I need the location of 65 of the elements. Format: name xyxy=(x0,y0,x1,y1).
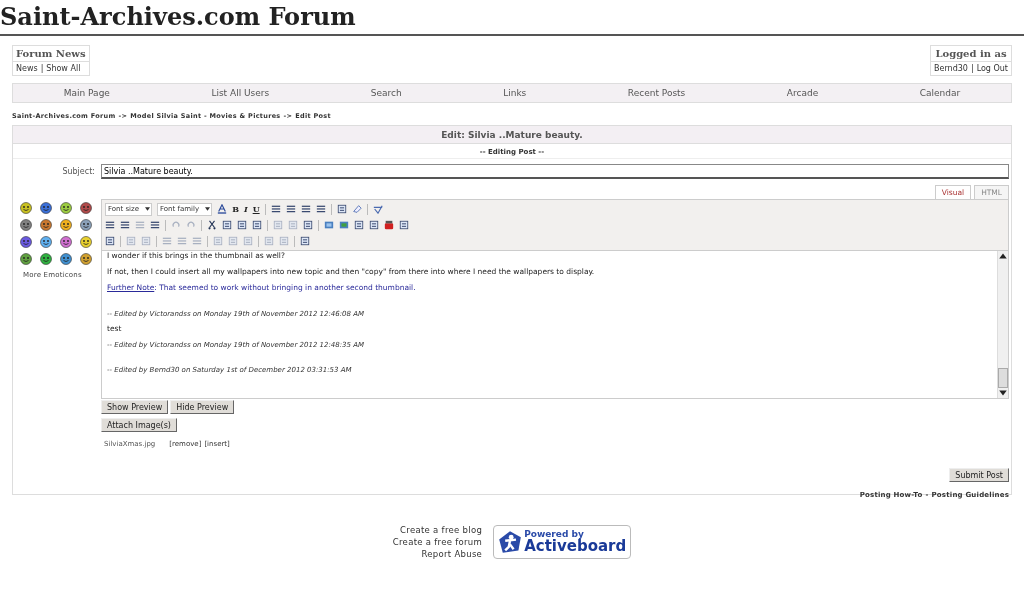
italic-button[interactable]: I xyxy=(243,204,248,214)
preview-button[interactable]: Hide Preview xyxy=(170,400,235,414)
nav-link[interactable]: Links xyxy=(503,88,527,98)
caret-icon xyxy=(145,207,151,211)
footer-link[interactable]: Report Abuse xyxy=(421,549,483,559)
underline-button[interactable]: U xyxy=(252,204,260,214)
smiley-icon[interactable] xyxy=(40,202,52,214)
smiley-icon[interactable] xyxy=(80,202,92,214)
link[interactable]: Show All xyxy=(46,64,81,73)
separator: | xyxy=(40,64,44,73)
smiley-icon[interactable] xyxy=(60,236,72,248)
align-icon[interactable] xyxy=(300,204,311,214)
image-icon[interactable] xyxy=(324,220,334,230)
link[interactable]: Bernd30 xyxy=(934,64,968,73)
eraser-icon[interactable] xyxy=(351,204,362,214)
text-color-icon[interactable] xyxy=(217,204,228,214)
smiley-icon[interactable] xyxy=(40,219,52,231)
nav-link[interactable]: Arcade xyxy=(786,88,819,98)
smiley-icon[interactable] xyxy=(40,236,52,248)
smiley-icon[interactable] xyxy=(80,236,92,248)
footer-link[interactable]: Create a free blog xyxy=(400,525,483,535)
scroll-thumb[interactable] xyxy=(998,368,1008,388)
nav-link[interactable]: Main Page xyxy=(63,88,110,98)
smiley-icon[interactable] xyxy=(80,253,92,265)
link[interactable]: Log Out xyxy=(976,64,1008,73)
submit-button[interactable]: Submit Post xyxy=(949,468,1009,482)
box-title: Forum News xyxy=(13,46,89,62)
smiley-icon[interactable] xyxy=(20,219,32,231)
list-icon[interactable] xyxy=(105,220,115,230)
nav-link[interactable]: Calendar xyxy=(919,88,961,98)
align-icon[interactable] xyxy=(315,204,326,214)
field-label: Subject: xyxy=(61,167,96,176)
smiley-icon[interactable] xyxy=(20,202,32,214)
spellcheck-icon[interactable] xyxy=(372,204,383,214)
picture-icon[interactable] xyxy=(339,220,349,230)
footer-link[interactable]: Create a free forum xyxy=(392,537,483,547)
video-icon[interactable] xyxy=(384,220,394,230)
preview-button[interactable]: Show Preview xyxy=(101,400,169,414)
attach-button[interactable]: Attach Image(s) xyxy=(101,418,177,432)
align-icon[interactable] xyxy=(285,204,296,214)
nav-link[interactable]: List All Users xyxy=(211,88,270,98)
caret-icon xyxy=(205,207,211,211)
nav-link[interactable]: Recent Posts xyxy=(627,88,686,98)
smiley-icon[interactable] xyxy=(20,253,32,265)
smiley-icon[interactable] xyxy=(60,202,72,214)
align-icon[interactable] xyxy=(270,204,281,214)
bold-button[interactable]: B xyxy=(232,204,239,214)
smiley-icon[interactable] xyxy=(60,253,72,265)
nav-link[interactable]: Search xyxy=(370,88,402,98)
scissors-icon[interactable] xyxy=(207,220,217,230)
separator: | xyxy=(970,64,974,73)
indent-icon[interactable] xyxy=(150,220,160,230)
smiley-icon[interactable] xyxy=(40,253,52,265)
list-icon[interactable] xyxy=(120,220,130,230)
link[interactable]: News xyxy=(16,64,38,73)
powered-by-badge[interactable]: Powered by Activeboard xyxy=(493,525,632,559)
scrollbar[interactable] xyxy=(997,251,1008,398)
panel-title: Edit: Silvia ..Mature beauty. xyxy=(13,126,1011,144)
smiley-icon[interactable] xyxy=(80,219,92,231)
site-title: Saint-Archives.com Forum xyxy=(0,1,357,32)
figure-logo-icon xyxy=(498,530,523,554)
smiley-icon[interactable] xyxy=(20,236,32,248)
box-title: Logged in as xyxy=(931,46,1011,62)
smiley-icon[interactable] xyxy=(60,219,72,231)
subject-field[interactable]: Silvia ..Mature beauty. xyxy=(101,164,1009,179)
